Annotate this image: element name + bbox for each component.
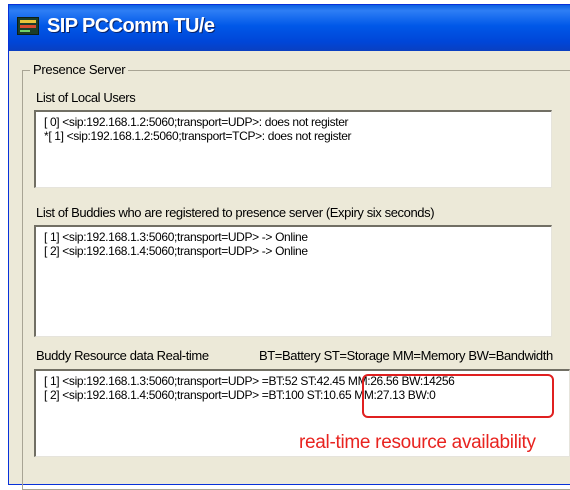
resource-data-label: Buddy Resource data Real-time [36,348,209,363]
app-icon [17,17,39,35]
list-item[interactable]: [ 0] <sip:192.168.1.2:5060;transport=UDP… [44,115,551,129]
title-bar[interactable]: SIP PCComm TU/e [9,5,570,51]
buddies-list[interactable]: [ 1] <sip:192.168.1.3:5060;transport=UDP… [34,225,552,337]
buddy-uri: [ 1] <sip:192.168.1.3:5060;transport=UDP… [44,374,269,388]
annotation-text: real-time resource availability [299,432,536,453]
local-users-label: List of Local Users [36,90,136,105]
presence-server-label: Presence Server [30,62,129,77]
buddy-uri: [ 2] <sip:192.168.1.4:5060;transport=UDP… [44,388,269,402]
window-title: SIP PCComm TU/e [47,15,215,37]
list-item[interactable]: [ 2] <sip:192.168.1.4:5060;transport=UDP… [44,244,551,258]
buddies-label: List of Buddies who are registered to pr… [36,205,435,220]
highlight-box [362,374,554,418]
list-item[interactable]: *[ 1] <sip:192.168.1.2:5060;transport=TC… [44,129,551,143]
local-users-list[interactable]: [ 0] <sip:192.168.1.2:5060;transport=UDP… [34,110,552,188]
resource-legend: BT=Battery ST=Storage MM=Memory BW=Bandw… [259,348,553,363]
list-item[interactable]: [ 1] <sip:192.168.1.3:5060;transport=UDP… [44,230,551,244]
